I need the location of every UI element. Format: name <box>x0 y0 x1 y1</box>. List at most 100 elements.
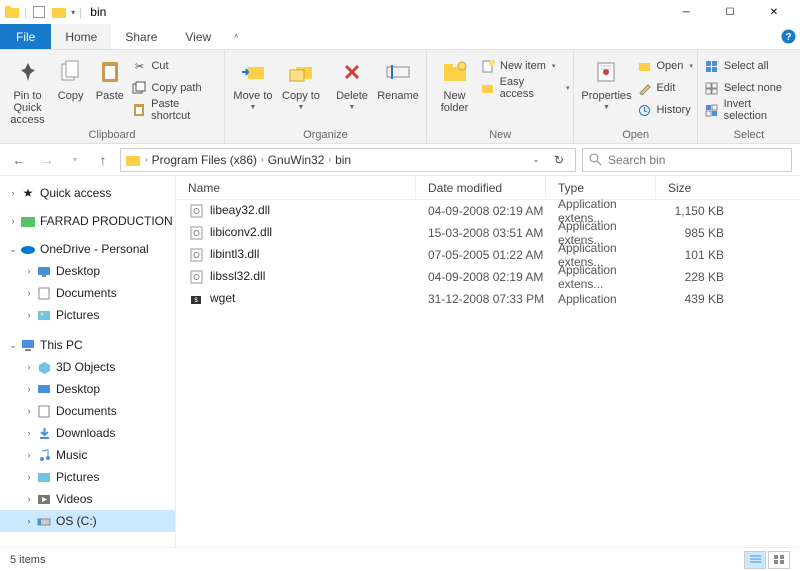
breadcrumb-segment[interactable]: GnuWin32 <box>268 153 325 167</box>
sidebar-item-3d-objects[interactable]: ›3D Objects <box>0 356 175 378</box>
cube-icon <box>36 359 52 375</box>
desktop-icon <box>36 381 52 397</box>
table-row[interactable]: libeay32.dll04-09-2008 02:19 AMApplicati… <box>176 200 800 222</box>
navigation-tree[interactable]: ›★Quick access ›FARRAD PRODUCTION ⌄OneDr… <box>0 176 176 547</box>
file-list[interactable]: Name Date modified Type Size libeay32.dl… <box>176 176 800 547</box>
sidebar-item-os-c[interactable]: ›OS (C:) <box>0 510 175 532</box>
easy-access-icon <box>480 80 496 96</box>
breadcrumb-segment[interactable]: bin <box>335 153 351 167</box>
open-button[interactable]: Open▾ <box>636 56 692 76</box>
table-row[interactable]: $wget31-12-2008 07:33 PMApplication439 K… <box>176 288 800 310</box>
file-icon: $ <box>188 291 204 307</box>
tab-share[interactable]: Share <box>111 24 171 49</box>
sidebar-item-documents[interactable]: ›Documents <box>0 282 175 304</box>
rename-button[interactable]: Rename <box>374 52 422 102</box>
history-button[interactable]: History <box>636 100 692 120</box>
paste-button[interactable]: Paste <box>90 52 129 102</box>
nav-forward-button[interactable]: → <box>36 149 58 171</box>
invert-icon <box>704 102 720 118</box>
nav-back-button[interactable]: ← <box>8 149 30 171</box>
star-icon: ★ <box>20 185 36 201</box>
maximize-button[interactable]: ☐ <box>708 0 752 24</box>
quick-folder-icon[interactable] <box>51 4 67 20</box>
chevron-right-icon[interactable]: › <box>326 155 333 164</box>
move-to-button[interactable]: Move to ▼ <box>229 52 277 111</box>
file-name: libiconv2.dll <box>210 225 272 239</box>
nav-up-button[interactable]: ↑ <box>92 149 114 171</box>
new-folder-button[interactable]: New folder <box>431 52 478 114</box>
column-size[interactable]: Size <box>656 176 736 199</box>
nav-recent-dropdown[interactable]: ▾ <box>64 149 86 171</box>
new-folder-icon <box>439 56 471 88</box>
column-name[interactable]: Name <box>176 176 416 199</box>
sidebar-item-quick-access[interactable]: ›★Quick access <box>0 182 175 204</box>
documents-icon <box>36 403 52 419</box>
copy-button[interactable]: Copy <box>51 52 90 102</box>
pc-icon <box>20 337 36 353</box>
ribbon-collapse-icon[interactable]: ˄ <box>225 24 247 49</box>
cut-button[interactable]: ✂Cut <box>131 56 220 76</box>
file-size: 228 KB <box>656 270 736 284</box>
close-button[interactable]: ✕ <box>752 0 796 24</box>
copy-to-icon <box>285 56 317 88</box>
file-date: 31-12-2008 07:33 PM <box>416 292 546 306</box>
minimize-button[interactable]: ─ <box>664 0 708 24</box>
refresh-icon[interactable]: ↻ <box>547 153 571 167</box>
select-all-button[interactable]: Select all <box>704 56 796 76</box>
sidebar-item-pictures[interactable]: ›Pictures <box>0 304 175 326</box>
table-row[interactable]: libiconv2.dll15-03-2008 03:51 AMApplicat… <box>176 222 800 244</box>
sidebar-item-desktop[interactable]: ›Desktop <box>0 260 175 282</box>
file-date: 04-09-2008 02:19 AM <box>416 270 546 284</box>
tab-view[interactable]: View <box>171 24 225 49</box>
invert-selection-button[interactable]: Invert selection <box>704 100 796 120</box>
sidebar-item-music[interactable]: ›Music <box>0 444 175 466</box>
sidebar-item-downloads[interactable]: ›Downloads <box>0 422 175 444</box>
sidebar-item-farrad[interactable]: ›FARRAD PRODUCTION <box>0 210 175 232</box>
tab-file[interactable]: File <box>0 24 51 49</box>
ribbon-group-organize: Move to ▼ Copy to ▼ Delete ▼ Rename Orga… <box>225 50 427 143</box>
column-date[interactable]: Date modified <box>416 176 546 199</box>
chevron-right-icon[interactable]: › <box>259 155 266 164</box>
select-none-button[interactable]: Select none <box>704 78 796 98</box>
details-view-button[interactable] <box>744 551 766 569</box>
table-row[interactable]: libssl32.dll04-09-2008 02:19 AMApplicati… <box>176 266 800 288</box>
edit-button[interactable]: Edit <box>636 78 692 98</box>
select-all-icon <box>704 58 720 74</box>
status-bar: 5 items <box>0 547 800 571</box>
chevron-right-icon[interactable]: › <box>143 155 150 164</box>
table-row[interactable]: libintl3.dll07-05-2005 01:22 AMApplicati… <box>176 244 800 266</box>
paste-shortcut-button[interactable]: Paste shortcut <box>131 100 220 120</box>
sidebar-item-pictures-pc[interactable]: ›Pictures <box>0 466 175 488</box>
pin-quick-access-button[interactable]: Pin to Quick access <box>4 52 51 126</box>
address-dropdown-icon[interactable]: ⌄ <box>527 155 545 164</box>
sidebar-item-videos[interactable]: ›Videos <box>0 488 175 510</box>
copy-path-button[interactable]: Copy path <box>131 78 220 98</box>
sidebar-item-this-pc[interactable]: ⌄This PC <box>0 334 175 356</box>
breadcrumb-segment[interactable]: Program Files (x86) <box>152 153 257 167</box>
tab-home[interactable]: Home <box>51 24 111 49</box>
ribbon-group-open: Properties ▼ Open▾ Edit History Open <box>574 50 697 143</box>
dropdown-icon[interactable]: ▾ <box>71 8 75 17</box>
help-icon[interactable]: ? <box>776 24 800 49</box>
sidebar-item-desktop-pc[interactable]: ›Desktop <box>0 378 175 400</box>
paste-shortcut-icon <box>131 102 147 118</box>
documents-icon <box>36 285 52 301</box>
address-bar[interactable]: › Program Files (x86) › GnuWin32 › bin ⌄… <box>120 148 576 172</box>
column-type[interactable]: Type <box>546 176 656 199</box>
window-title: bin <box>86 5 106 19</box>
delete-button[interactable]: Delete ▼ <box>330 52 374 111</box>
checkbox-icon[interactable] <box>31 4 47 20</box>
properties-button[interactable]: Properties ▼ <box>578 52 634 111</box>
paste-icon <box>94 56 126 88</box>
thumbnails-view-button[interactable] <box>768 551 790 569</box>
pin-icon <box>12 56 44 88</box>
sidebar-item-onedrive[interactable]: ⌄OneDrive - Personal <box>0 238 175 260</box>
desktop-icon <box>36 263 52 279</box>
copy-to-button[interactable]: Copy to ▼ <box>277 52 325 111</box>
easy-access-button[interactable]: Easy access▾ <box>480 78 569 98</box>
sidebar-item-documents-pc[interactable]: ›Documents <box>0 400 175 422</box>
rename-icon <box>382 56 414 88</box>
ribbon-group-select: Select all Select none Invert selection … <box>698 50 800 143</box>
new-item-button[interactable]: New item▾ <box>480 56 569 76</box>
search-input[interactable]: Search bin <box>582 148 792 172</box>
